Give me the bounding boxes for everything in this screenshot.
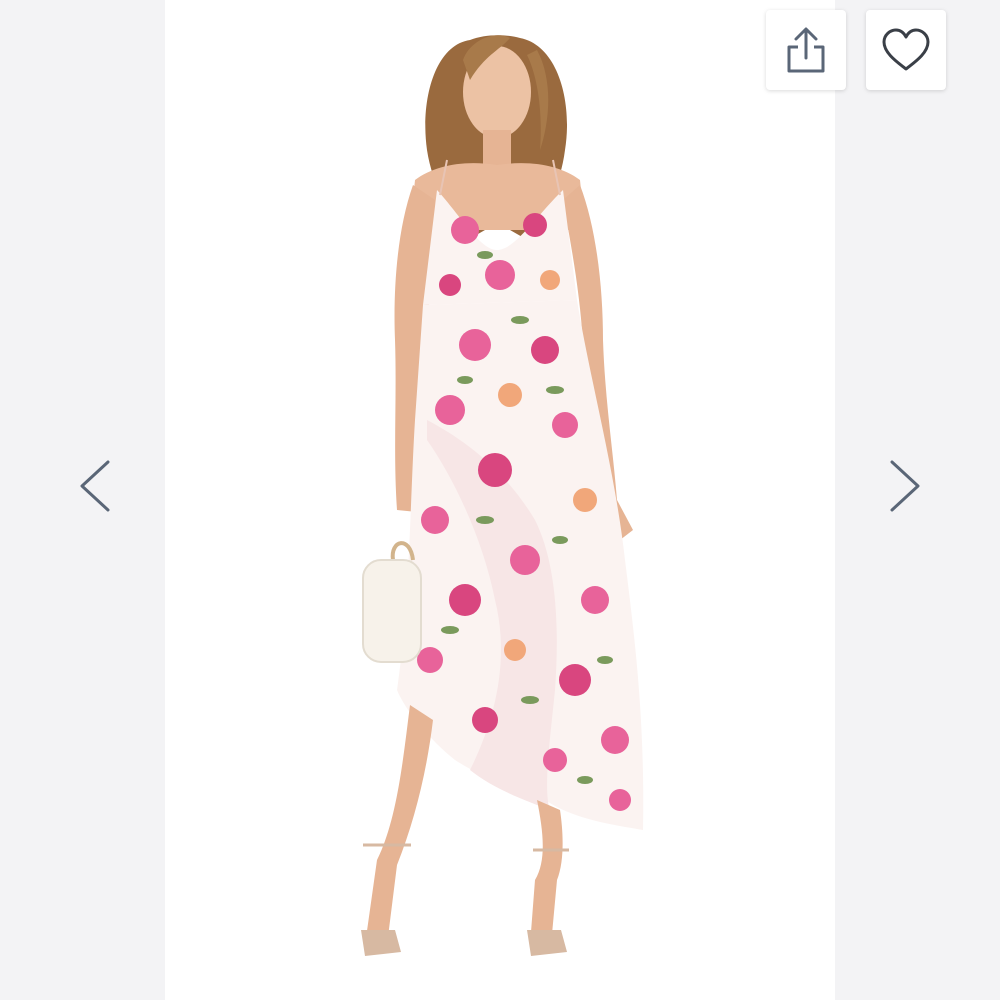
chevron-left-icon [80,460,110,512]
right-heel [527,930,567,956]
product-photo [361,35,644,956]
next-image-button[interactable] [876,456,936,516]
model-left-leg [365,705,433,945]
chevron-right-icon [890,460,920,512]
product-image-stage [165,0,835,1000]
favorite-button[interactable] [866,10,946,90]
previous-image-button[interactable] [64,456,124,516]
heart-icon [882,28,930,71]
image-viewer [0,0,1000,1000]
share-icon [787,27,825,73]
model-right-leg [530,800,563,945]
left-heel [361,930,401,956]
share-button[interactable] [766,10,846,90]
handbag [362,559,422,663]
